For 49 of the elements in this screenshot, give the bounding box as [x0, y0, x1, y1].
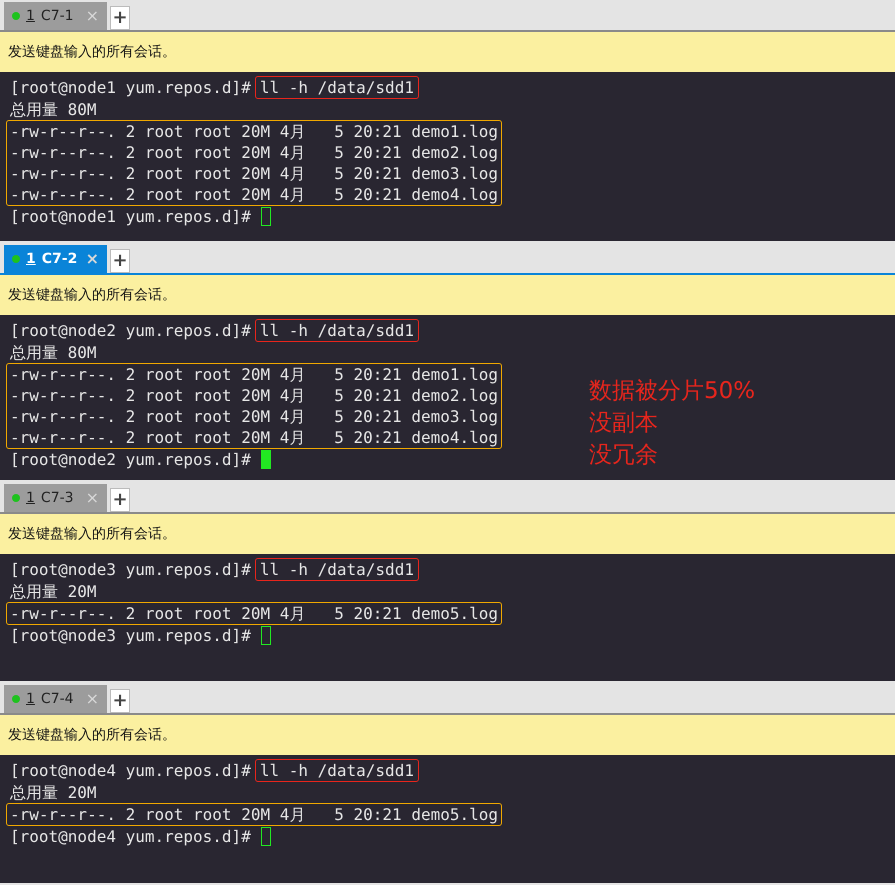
file-line: -rw-r--r--. 2 root root 20M 4月 5 20:21 demo3.log	[9, 163, 500, 184]
file-line: -rw-r--r--. 2 root root 20M 4月 5 20:21 demo2.log	[9, 142, 500, 163]
command-text: ll -h /data/sdd1	[254, 558, 419, 581]
output-line: 总用量 80M	[9, 99, 98, 120]
file-line: -rw-r--r--. 2 root root 20M 4月 5 20:21 demo1.log	[9, 121, 500, 142]
broadcast-banner-text: 发送键盘输入的所有会话。	[8, 726, 176, 744]
tab-number: 1	[26, 250, 36, 268]
session-tab[interactable]: 1 C7-1 ×	[4, 2, 107, 30]
shell-prompt: [root@node4 yum.repos.d]#	[9, 826, 252, 847]
shell-prompt: [root@node1 yum.repos.d]#	[9, 77, 252, 98]
session-tab[interactable]: 1 C7-4 ×	[4, 685, 107, 713]
output-line: 总用量 20M	[9, 782, 98, 803]
shell-prompt: [root@node2 yum.repos.d]#	[9, 449, 252, 470]
file-line: -rw-r--r--. 2 root root 20M 4月 5 20:21 demo5.log	[9, 603, 500, 624]
tab-title: C7-4	[40, 690, 74, 708]
shell-prompt: [root@node3 yum.repos.d]#	[9, 625, 252, 646]
shell-prompt: [root@node2 yum.repos.d]#	[9, 320, 252, 341]
command-text: ll -h /data/sdd1	[254, 76, 419, 99]
output-line: 总用量 80M	[9, 342, 98, 363]
command-text: ll -h /data/sdd1	[254, 759, 419, 782]
session-tab[interactable]: 1 C7-3 ×	[4, 484, 107, 512]
annotation-text: 没副本	[589, 409, 659, 438]
file-line: -rw-r--r--. 2 root root 20M 4月 5 20:21 demo4.log	[9, 184, 500, 205]
annotation-text: 数据被分片50%	[589, 377, 756, 406]
new-tab-button[interactable]: +	[110, 689, 130, 713]
shell-prompt: [root@node3 yum.repos.d]#	[9, 559, 252, 580]
new-tab-button[interactable]: +	[110, 488, 130, 512]
new-tab-button[interactable]: +	[110, 6, 130, 30]
file-line: -rw-r--r--. 2 root root 20M 4月 5 20:21 demo5.log	[9, 804, 500, 825]
tab-title: C7-2	[42, 250, 78, 268]
file-line: -rw-r--r--. 2 root root 20M 4月 5 20:21 demo4.log	[9, 427, 500, 448]
broadcast-banner-text: 发送键盘输入的所有会话。	[8, 42, 176, 62]
shell-prompt: [root@node4 yum.repos.d]#	[9, 760, 252, 781]
tab-number: 1	[26, 690, 35, 708]
session-tab[interactable]: 1 C7-2 ×	[4, 245, 107, 273]
tab-title: C7-1	[40, 6, 74, 26]
file-line: -rw-r--r--. 2 root root 20M 4月 5 20:21 demo1.log	[9, 364, 500, 385]
annotation-text: 没冗余	[589, 441, 659, 470]
output-line: 总用量 20M	[9, 581, 98, 602]
file-line: -rw-r--r--. 2 root root 20M 4月 5 20:21 demo3.log	[9, 406, 500, 427]
tab-number: 1	[26, 488, 35, 508]
file-line: -rw-r--r--. 2 root root 20M 4月 5 20:21 demo2.log	[9, 385, 500, 406]
shell-prompt: [root@node1 yum.repos.d]#	[9, 206, 252, 227]
broadcast-banner-text: 发送键盘输入的所有会话。	[8, 286, 176, 304]
broadcast-banner-text: 发送键盘输入的所有会话。	[8, 524, 176, 544]
new-tab-button[interactable]: +	[110, 249, 130, 273]
command-text: ll -h /data/sdd1	[254, 319, 419, 342]
tab-number: 1	[26, 6, 35, 26]
tab-title: C7-3	[40, 488, 74, 508]
